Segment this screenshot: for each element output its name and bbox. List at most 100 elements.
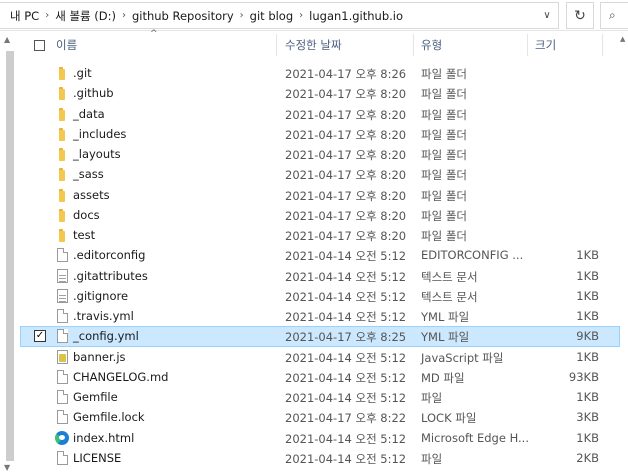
file-row[interactable]: CHANGELOG.md 2021-04-14 오전 5:12 MD 파일 93KB [20, 367, 620, 387]
column-date[interactable]: 수정한 날짜 [285, 31, 342, 59]
folder-icon [56, 228, 69, 242]
column-size[interactable]: 크기 [535, 31, 556, 59]
file-row[interactable]: .github 2021-04-17 오후 8:20 파일 폴더 [20, 83, 620, 103]
breadcrumb-this-pc[interactable]: 내 PC [7, 8, 42, 24]
file-size: 1KB [576, 430, 599, 445]
text-file-icon [57, 268, 68, 283]
file-row[interactable]: banner.js 2021-04-14 오전 5:12 JavaScript 파일… [20, 347, 620, 367]
breadcrumb-lugan1-github-io[interactable]: lugan1.github.io [306, 9, 406, 23]
scroll-up-icon[interactable]: ▲ [620, 35, 625, 43]
file-type: 파일 [421, 451, 443, 466]
refresh-icon: ↻ [574, 7, 586, 24]
file-row[interactable]: _includes 2021-04-17 오후 8:20 파일 폴더 [20, 124, 620, 144]
file-name: Gemfile [73, 390, 118, 404]
row-checkbox[interactable]: ✓ [34, 330, 46, 343]
file-type: MD 파일 [421, 370, 465, 385]
scroll-up-icon[interactable]: ▲ [4, 35, 10, 44]
file-name: .github [73, 86, 114, 101]
file-list: .git 2021-04-17 오후 8:26 파일 폴더 .github 2021-0… [20, 63, 620, 468]
select-all-checkbox[interactable] [34, 31, 45, 59]
file-name: _data [73, 106, 105, 121]
file-type: 파일 폴더 [421, 229, 467, 243]
column-date-label: 수정한 날짜 [285, 38, 342, 52]
file-icon [57, 329, 68, 344]
file-size: 93KB [568, 369, 599, 384]
file-size: 1KB [576, 390, 599, 404]
file-row[interactable]: docs 2021-04-17 오후 8:20 파일 폴더 [20, 205, 620, 225]
chevron-right-icon[interactable]: › [119, 10, 129, 21]
file-date: 2021-04-14 오전 5:12 [285, 370, 407, 385]
chevron-down-icon[interactable]: ∨ [536, 3, 558, 28]
column-name[interactable]: 이름 [56, 31, 77, 59]
file-row[interactable]: index.html 2021-04-14 오전 5:12 Microsoft Ed… [20, 428, 620, 448]
scroll-down-icon[interactable]: ▼ [4, 463, 10, 472]
file-type: 텍스트 문서 [421, 269, 478, 284]
file-list-scrollbar[interactable]: ▲ [620, 31, 628, 473]
column-name-label: 이름 [56, 38, 78, 52]
file-name: .travis.yml [73, 309, 134, 323]
column-divider[interactable] [413, 34, 414, 56]
file-row[interactable]: assets 2021-04-17 오후 8:20 파일 폴더 [20, 185, 620, 205]
file-row[interactable]: LICENSE 2021-04-14 오전 5:12 파일 2KB [20, 448, 620, 468]
chevron-right-icon[interactable]: › [237, 10, 247, 21]
breadcrumb-git-blog[interactable]: git blog [247, 9, 297, 23]
column-type[interactable]: 유형 [421, 31, 442, 59]
file-type: 파일 폴더 [421, 67, 467, 81]
file-type: 텍스트 문서 [421, 289, 478, 304]
file-date: 2021-04-14 오전 5:12 [285, 431, 407, 446]
file-date: 2021-04-14 오전 5:12 [285, 269, 407, 284]
file-date: 2021-04-17 오후 8:20 [285, 127, 407, 142]
file-type: LOCK 파일 [421, 411, 477, 426]
file-size: 1KB [576, 268, 599, 283]
file-type: EDITORCONFIG ... [421, 248, 524, 263]
scrollbar-thumb[interactable] [6, 51, 14, 461]
file-size: 1KB [576, 309, 599, 323]
file-row[interactable]: .gitattributes 2021-04-14 오전 5:12 텍스트 문서 1K… [20, 266, 620, 286]
file-row[interactable]: .git 2021-04-17 오후 8:26 파일 폴더 [20, 63, 620, 83]
file-type: YML 파일 [421, 330, 470, 345]
file-row[interactable]: _layouts 2021-04-17 오후 8:20 파일 폴더 [20, 144, 620, 164]
file-icon [57, 410, 68, 425]
file-icon [57, 309, 68, 323]
chevron-right-icon[interactable]: › [42, 10, 52, 21]
file-name: _sass [73, 167, 104, 182]
column-divider[interactable] [602, 34, 603, 56]
file-name: docs [73, 207, 100, 222]
breadcrumb-github-repository[interactable]: github Repository [129, 9, 237, 23]
file-type: 파일 폴더 [421, 168, 467, 183]
breadcrumb-volume-d[interactable]: 새 볼륨 (D:) [52, 8, 119, 24]
column-size-label: 크기 [535, 38, 557, 52]
file-date: 2021-04-17 오후 8:20 [285, 87, 407, 102]
refresh-button[interactable]: ↻ [566, 2, 594, 29]
file-row[interactable]: Gemfile.lock 2021-04-17 오후 8:22 LOCK 파일 3KB [20, 407, 620, 427]
file-name: _layouts [73, 147, 121, 161]
file-row[interactable]: .gitignore 2021-04-14 오전 5:12 텍스트 문서 1KB [20, 286, 620, 306]
text-file-icon [57, 288, 68, 303]
navigation-pane-scrollbar[interactable]: ▲ ▼ [0, 31, 20, 473]
file-name: LICENSE [73, 450, 122, 465]
folder-icon [56, 188, 69, 202]
file-name: .gitignore [73, 288, 129, 303]
file-date: 2021-04-17 오후 8:20 [285, 188, 407, 203]
file-row[interactable]: ✓ _config.yml 2021-04-17 오후 8:25 YML 파일 9KB [20, 326, 620, 347]
file-icon [57, 369, 68, 384]
column-divider[interactable] [527, 34, 528, 56]
file-date: 2021-04-14 오전 5:12 [285, 391, 407, 405]
file-type: YML 파일 [421, 310, 470, 324]
file-type: 파일 폴더 [421, 208, 467, 223]
chevron-right-icon[interactable]: › [296, 10, 306, 21]
folder-icon [56, 66, 69, 80]
file-row[interactable]: Gemfile 2021-04-14 오전 5:12 파일 1KB [20, 387, 620, 407]
search-box[interactable]: ⌕ [600, 2, 628, 29]
file-row[interactable]: _data 2021-04-17 오후 8:20 파일 폴더 [20, 104, 620, 124]
file-date: 2021-04-17 오후 8:22 [285, 411, 407, 426]
file-row[interactable]: .editorconfig 2021-04-14 오전 5:12 EDITORCON… [20, 245, 620, 265]
column-divider[interactable] [276, 34, 277, 56]
file-row[interactable]: test 2021-04-17 오후 8:20 파일 폴더 [20, 225, 620, 245]
file-row[interactable]: _sass 2021-04-17 오후 8:20 파일 폴더 [20, 164, 620, 184]
address-bar[interactable]: 내 PC › 새 볼륨 (D:) › github Repository › g… [0, 2, 559, 29]
file-row[interactable]: .travis.yml 2021-04-14 오전 5:12 YML 파일 1KB [20, 306, 620, 326]
folder-icon [56, 127, 69, 141]
column-type-label: 유형 [421, 38, 443, 52]
file-name: banner.js [73, 349, 126, 364]
